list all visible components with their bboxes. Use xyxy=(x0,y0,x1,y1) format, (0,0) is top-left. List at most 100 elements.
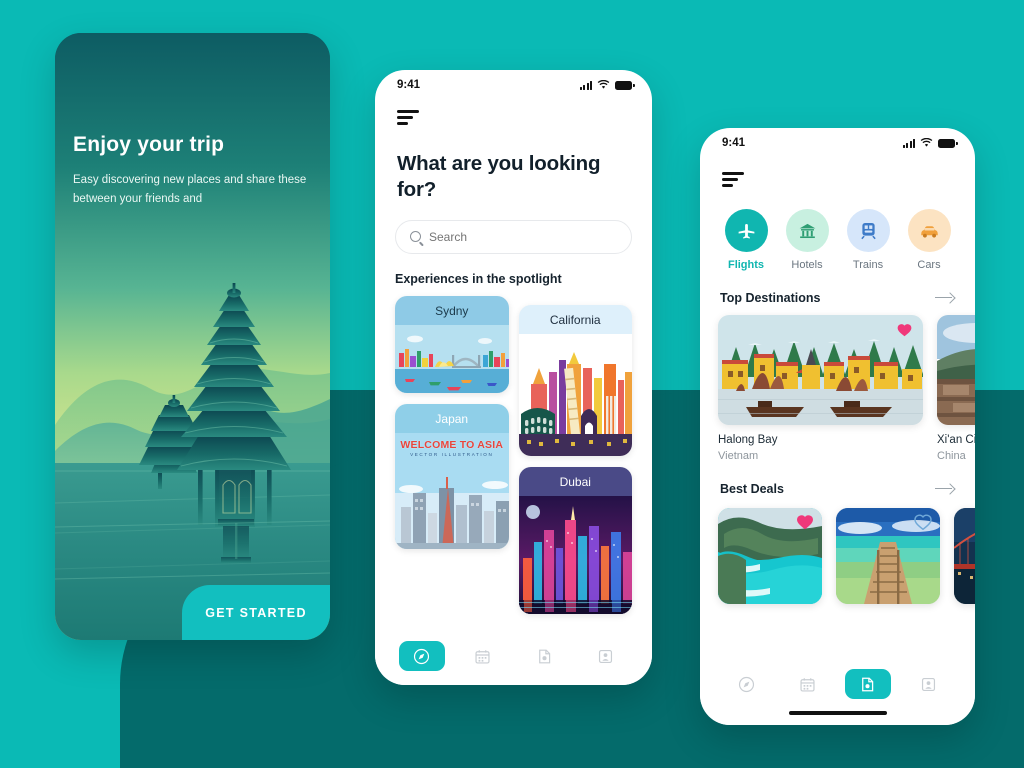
spotlight-card-japan[interactable]: Japan WELCOME TO ASIA VECTOR ILLUSTRATIO… xyxy=(395,403,509,549)
battery-full-icon xyxy=(938,139,958,148)
compass-icon xyxy=(738,676,754,692)
california-landmarks-illustration xyxy=(518,333,632,456)
category-tabs: Flights Hotels Trains Cars xyxy=(700,191,975,271)
calendar-icon xyxy=(800,677,815,692)
category-tab-hotels[interactable]: Hotels xyxy=(781,208,833,271)
top-destinations-row: Halong Bay Vietnam Xi'an C China xyxy=(700,305,975,462)
get-started-button[interactable]: GET STARTED xyxy=(182,585,330,640)
deal-card[interactable] xyxy=(836,507,940,604)
nav-item-profile[interactable] xyxy=(582,641,628,671)
favorite-heart-icon[interactable] xyxy=(796,514,814,530)
discover-screen: 9:41 Flights Hotels Trains Cars Top Dest… xyxy=(700,128,975,725)
category-label: Flights xyxy=(727,258,765,271)
nav-item-bookings[interactable] xyxy=(460,641,506,671)
spotlight-column-right: California Dubai xyxy=(518,296,632,614)
onboarding-illustration xyxy=(55,33,330,640)
bottom-navigation xyxy=(375,627,652,685)
nav-item-explore[interactable] xyxy=(723,669,769,699)
airplane-icon xyxy=(738,223,754,239)
spotlight-grid: Sydny Japan WELCOME TO ASIA VECTOR ILLUS… xyxy=(375,286,652,614)
hamburger-menu-icon[interactable] xyxy=(722,168,744,191)
nav-item-tickets[interactable] xyxy=(844,669,891,699)
section-title: Top Destinations xyxy=(720,290,821,305)
favorite-heart-icon[interactable] xyxy=(914,514,932,530)
search-input-wrapper[interactable] xyxy=(395,219,632,254)
menu-row xyxy=(375,100,652,129)
red-suspension-bridge-photo xyxy=(954,507,975,604)
signal-bars-icon xyxy=(580,81,592,90)
menu-row xyxy=(700,158,975,191)
japan-city-skyline-illustration: WELCOME TO ASIA VECTOR ILLUSTRATION xyxy=(395,432,509,549)
status-clock: 9:41 xyxy=(722,137,746,149)
deal-card[interactable] xyxy=(954,507,975,604)
battery-full-icon xyxy=(615,81,635,90)
sydney-harbour-skyline-illustration xyxy=(395,324,509,393)
category-label: Trains xyxy=(852,258,884,271)
document-icon xyxy=(538,649,550,663)
destination-card[interactable]: Halong Bay Vietnam xyxy=(718,314,923,462)
compass-icon xyxy=(414,648,430,664)
profile-icon xyxy=(922,677,936,691)
arrow-right-icon[interactable] xyxy=(935,292,955,304)
status-icons xyxy=(580,80,635,90)
dubai-neon-skyline-illustration xyxy=(518,495,632,614)
hamburger-menu-icon[interactable] xyxy=(397,106,419,129)
card-label: Sydny xyxy=(435,303,469,318)
spotlight-card-sydny[interactable]: Sydny xyxy=(395,295,509,393)
bottom-navigation xyxy=(700,659,975,725)
best-deals-row xyxy=(700,496,975,604)
deal-card[interactable] xyxy=(718,507,822,604)
search-icon xyxy=(410,231,421,243)
spotlight-card-dubai[interactable]: Dubai xyxy=(518,466,632,614)
onboarding-copy: Enjoy your trip Easy discovering new pla… xyxy=(73,133,316,209)
card-label: Japan xyxy=(435,411,469,426)
wifi-icon xyxy=(920,138,933,147)
category-circle xyxy=(907,208,951,252)
top-destinations-header: Top Destinations xyxy=(700,271,975,305)
category-tab-trains[interactable]: Trains xyxy=(842,208,894,271)
home-indicator xyxy=(788,710,887,715)
category-tab-cars[interactable]: Cars xyxy=(903,208,955,271)
great-wall-of-china-photo xyxy=(937,314,975,425)
card-label: California xyxy=(549,312,601,327)
arrow-right-icon[interactable] xyxy=(935,483,955,495)
card-label: Dubai xyxy=(559,474,591,489)
status-bar: 9:41 xyxy=(700,128,975,158)
category-circle xyxy=(846,208,890,252)
destination-country: China xyxy=(937,449,966,462)
wifi-icon xyxy=(597,80,610,89)
halong-bay-junk-boats-illustration xyxy=(718,314,923,425)
bali-pagoda-temple-illustration xyxy=(55,33,330,640)
nav-item-tickets[interactable] xyxy=(521,641,567,671)
category-label: Hotels xyxy=(791,258,823,271)
nav-item-explore[interactable] xyxy=(398,641,445,671)
destination-name: Halong Bay xyxy=(718,433,778,446)
car-icon xyxy=(920,225,938,238)
spotlight-section-title: Experiences in the spotlight xyxy=(395,271,562,286)
category-circle xyxy=(785,208,829,252)
spotlight-column-left: Sydny Japan WELCOME TO ASIA VECTOR ILLUS… xyxy=(395,295,509,549)
destination-name: Xi'an City xyxy=(937,433,975,446)
onboarding-screen: Enjoy your trip Easy discovering new pla… xyxy=(55,33,330,640)
destination-country: Vietnam xyxy=(718,449,759,462)
overlay-headline: WELCOME TO ASIA xyxy=(400,438,504,451)
page-title: Enjoy your trip xyxy=(73,133,225,156)
category-tab-flights[interactable]: Flights xyxy=(720,208,772,271)
nav-item-profile[interactable] xyxy=(906,669,952,699)
search-input[interactable] xyxy=(429,229,617,244)
document-icon xyxy=(862,677,874,691)
status-clock: 9:41 xyxy=(397,79,421,91)
favorite-heart-icon[interactable] xyxy=(897,323,912,337)
best-deals-header: Best Deals xyxy=(700,462,975,496)
spotlight-card-california[interactable]: California xyxy=(518,304,632,456)
japan-card-overlay-text: WELCOME TO ASIA VECTOR ILLUSTRATION xyxy=(395,439,509,457)
category-circle xyxy=(724,208,768,252)
page-heading: What are you looking for? xyxy=(397,151,601,202)
overlay-subline: VECTOR ILLUSTRATION xyxy=(410,451,494,457)
train-icon xyxy=(860,222,876,239)
category-label: Cars xyxy=(917,258,941,271)
hotel-building-icon xyxy=(799,223,815,238)
destination-card[interactable]: Xi'an City China xyxy=(937,314,975,462)
status-bar: 9:41 xyxy=(375,70,652,100)
nav-item-bookings[interactable] xyxy=(784,669,830,699)
